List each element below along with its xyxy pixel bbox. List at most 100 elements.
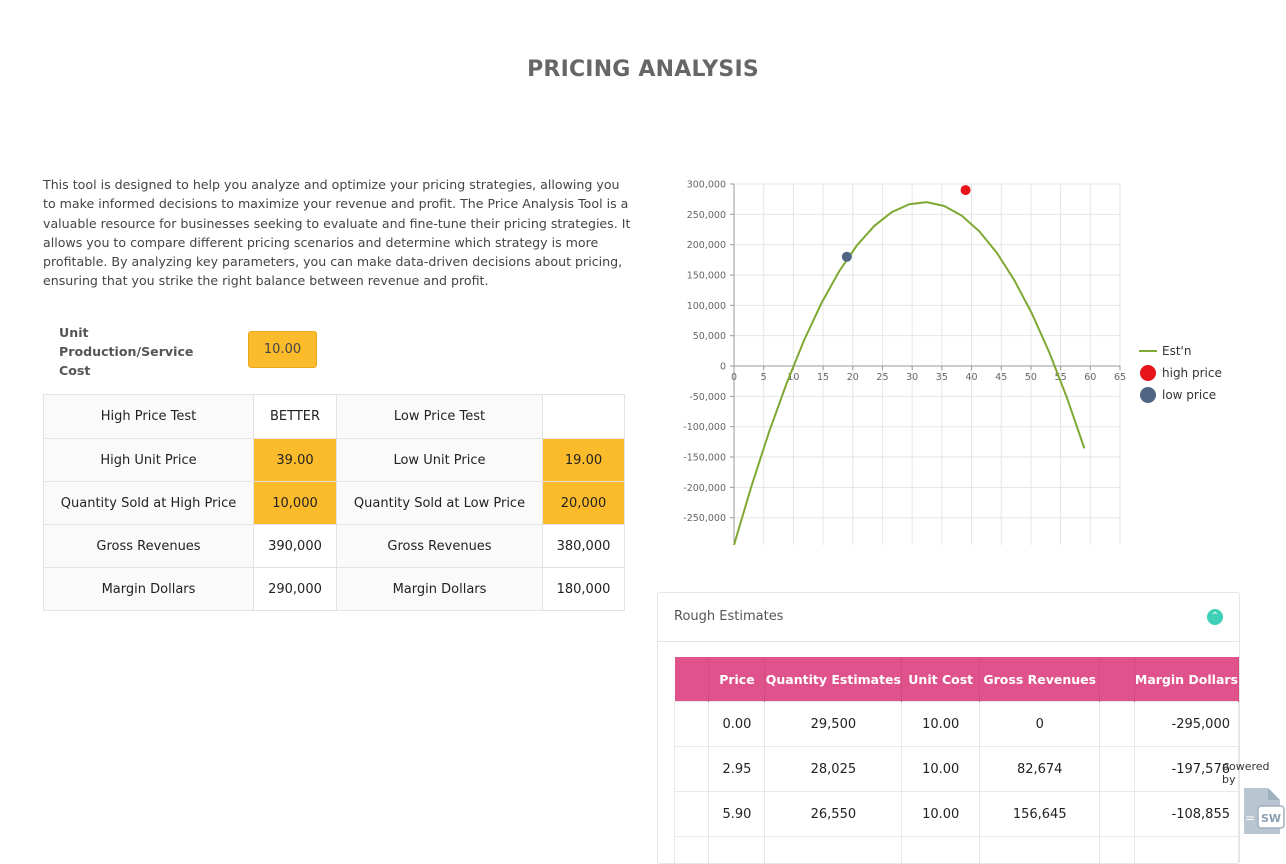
collapse-chevron-up-icon[interactable]: ⌃: [1207, 609, 1223, 625]
table-cell: 26,550: [765, 792, 902, 837]
col-header: [675, 657, 709, 702]
col-header-margin: Margin Dollars: [1134, 657, 1238, 702]
table-cell: [675, 837, 709, 864]
x-tick-label: 50: [1025, 372, 1037, 383]
y-tick-label: 200,000: [687, 240, 726, 251]
y-tick-label: 300,000: [687, 180, 726, 191]
table-cell: [1100, 792, 1134, 837]
revenue-chart: 300,000250,000200,000150,000100,00050,00…: [655, 175, 1255, 555]
y-tick-label: 50,000: [693, 331, 726, 342]
x-tick-label: 25: [876, 372, 888, 383]
x-tick-label: 60: [1084, 372, 1096, 383]
col-header: [1100, 657, 1134, 702]
table-row: Gross Revenues 390,000 Gross Revenues 38…: [44, 525, 625, 568]
high-margin-label: Margin Dollars: [44, 568, 254, 611]
verdict-cell: BETTER: [254, 395, 337, 439]
table-cell: 2.95: [709, 747, 765, 792]
low-margin-value: 180,000: [543, 568, 625, 611]
low-unit-price-label: Low Unit Price: [337, 439, 543, 482]
y-tick-label: -100,000: [683, 422, 726, 433]
chart-svg: 300,000250,000200,000150,000100,00050,00…: [655, 175, 1255, 555]
table-cell: [675, 702, 709, 747]
table-cell: 0.00: [709, 702, 765, 747]
low-quantity-label: Quantity Sold at Low Price: [337, 482, 543, 525]
y-tick-label: 100,000: [687, 301, 726, 312]
table-cell: [675, 792, 709, 837]
legend-label: low price: [1162, 388, 1216, 402]
table-row: 2.95 28,025 10.00 82,674 -197,576: [675, 747, 1239, 792]
y-tick-label: -50,000: [689, 392, 726, 403]
table-cell: 10.00: [902, 747, 980, 792]
low-verdict-cell: [543, 395, 625, 439]
intro-paragraph: This tool is designed to help you analyz…: [43, 175, 633, 291]
table-row: Margin Dollars 290,000 Margin Dollars 18…: [44, 568, 625, 611]
table-row: [675, 837, 1239, 864]
low-gross-revenues-label: Gross Revenues: [337, 525, 543, 568]
table-row: High Unit Price 39.00 Low Unit Price 19.…: [44, 439, 625, 482]
high-gross-revenues-value: 390,000: [254, 525, 337, 568]
x-tick-label: 65: [1114, 372, 1126, 383]
table-row: 0.00 29,500 10.00 0 -295,000: [675, 702, 1239, 747]
logo-text: SW: [1261, 812, 1281, 825]
x-tick-label: 0: [731, 372, 737, 383]
table-cell: 0: [980, 702, 1100, 747]
col-header-price: Price: [709, 657, 765, 702]
low-gross-revenues-value: 380,000: [543, 525, 625, 568]
x-tick-label: 5: [761, 372, 767, 383]
table-cell: [765, 837, 902, 864]
x-tick-label: 30: [906, 372, 918, 383]
table-cell: [675, 747, 709, 792]
legend-point-swatch: [1140, 365, 1156, 381]
table-header-row: High Price Test BETTER Low Price Test: [44, 395, 625, 439]
table-cell: [709, 837, 765, 864]
table-cell: [1100, 702, 1134, 747]
table-cell: [1100, 747, 1134, 792]
low-price-point: [842, 252, 852, 262]
legend-point-swatch: [1140, 387, 1156, 403]
high-unit-price-input[interactable]: 39.00: [254, 439, 337, 482]
table-row: 5.90 26,550 10.00 156,645 -108,855: [675, 792, 1239, 837]
panel-title: Rough Estimates: [674, 609, 783, 624]
table-cell: [980, 837, 1100, 864]
high-unit-price-label: High Unit Price: [44, 439, 254, 482]
y-tick-label: 150,000: [687, 271, 726, 282]
x-tick-label: 40: [965, 372, 977, 383]
table-cell: 29,500: [765, 702, 902, 747]
table-cell: [1100, 837, 1134, 864]
high-quantity-label: Quantity Sold at High Price: [44, 482, 254, 525]
low-quantity-input[interactable]: 20,000: [543, 482, 625, 525]
x-tick-label: 20: [847, 372, 859, 383]
table-cell: [902, 837, 980, 864]
table-cell: 28,025: [765, 747, 902, 792]
y-tick-label: 0: [720, 362, 726, 373]
table-cell: 82,674: [980, 747, 1100, 792]
y-tick-label: -150,000: [683, 453, 726, 464]
table-cell: 10.00: [902, 792, 980, 837]
high-quantity-input[interactable]: 10,000: [254, 482, 337, 525]
x-tick-label: 15: [817, 372, 829, 383]
powered-by-label: powered by: [1222, 760, 1286, 786]
high-margin-value: 290,000: [254, 568, 337, 611]
page-title: PRICING ANALYSIS: [0, 57, 1286, 82]
table-cell: 10.00: [902, 702, 980, 747]
table-cell: -295,000: [1134, 702, 1238, 747]
col-header-quantity: Quantity Estimates: [765, 657, 902, 702]
low-margin-label: Margin Dollars: [337, 568, 543, 611]
svg-text:=: =: [1245, 811, 1255, 825]
rough-estimates-panel: Rough Estimates ⌃ Price Quantity Estimat…: [657, 592, 1240, 864]
spreadsheetweb-logo-icon[interactable]: SW =: [1242, 784, 1286, 836]
table-cell: -108,855: [1134, 792, 1238, 837]
legend-label: high price: [1162, 366, 1222, 380]
y-tick-label: -200,000: [683, 483, 726, 494]
high-gross-revenues-label: Gross Revenues: [44, 525, 254, 568]
x-tick-label: 35: [936, 372, 948, 383]
low-unit-price-input[interactable]: 19.00: [543, 439, 625, 482]
unit-cost-label: Unit Production/Service Cost: [59, 323, 219, 380]
unit-cost-input[interactable]: 10.00: [248, 331, 317, 368]
panel-header[interactable]: Rough Estimates ⌃: [658, 593, 1239, 642]
col-header-gross-revenues: Gross Revenues: [980, 657, 1100, 702]
estimates-table: Price Quantity Estimates Unit Cost Gross…: [674, 657, 1239, 864]
y-tick-label: -250,000: [683, 513, 726, 524]
estimates-header-row: Price Quantity Estimates Unit Cost Gross…: [675, 657, 1239, 702]
legend-label: Est'n: [1162, 344, 1191, 358]
